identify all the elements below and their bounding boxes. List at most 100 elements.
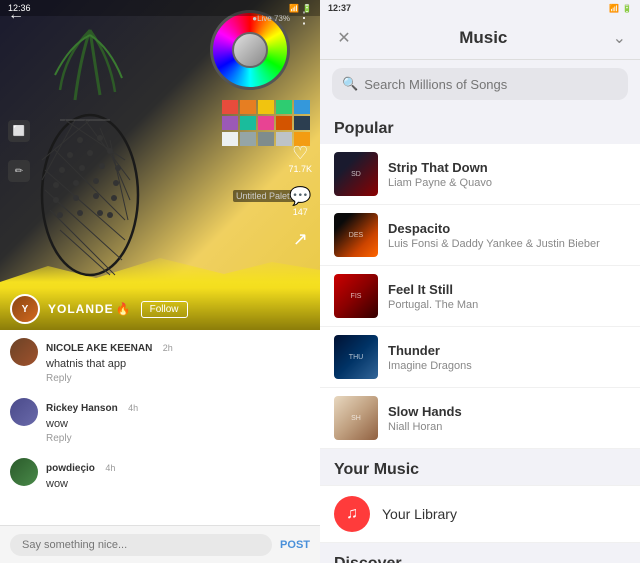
post-button[interactable]: POST: [280, 539, 310, 551]
pineapple-drawing: [10, 20, 170, 300]
swatch-yellow[interactable]: [258, 100, 274, 114]
song-artist: Liam Payne & Quavo: [388, 177, 626, 189]
song-item[interactable]: THU Thunder Imagine Dragons: [320, 327, 640, 388]
comments-section: NICOLE AKE KEENAN 2h whatnis that app Re…: [0, 330, 320, 525]
status-icons-left: 📶🔋: [289, 4, 312, 13]
search-bar[interactable]: 🔍: [332, 68, 628, 100]
thumb-text: SH: [334, 396, 378, 440]
reply-button[interactable]: Reply: [46, 433, 310, 444]
tool-icon-1[interactable]: ⬜: [8, 120, 30, 142]
comment-time: 4h: [105, 463, 115, 473]
close-button[interactable]: ✕: [334, 28, 354, 48]
thumb-text: FIS: [334, 274, 378, 318]
song-item[interactable]: SD Strip That Down Liam Payne & Quavo: [320, 144, 640, 205]
comment-time: 4h: [128, 403, 138, 413]
bottom-input-bar: POST: [0, 525, 320, 563]
comment-body: Rickey Hanson 4h wow Reply: [46, 398, 310, 444]
music-header: ✕ Music ⌄: [320, 16, 640, 60]
song-thumbnail: SH: [334, 396, 378, 440]
right-status-icons: 📶🔋: [609, 4, 632, 13]
tool-icon-2[interactable]: ✏: [8, 160, 30, 182]
comment-text: wow: [46, 478, 310, 490]
swatch-green[interactable]: [276, 100, 292, 114]
song-artist: Luis Fonsi & Daddy Yankee & Justin Biebe…: [388, 238, 626, 250]
music-title: Music: [459, 28, 507, 48]
left-panel: 12:36 📶🔋: [0, 0, 320, 563]
swatch-orange[interactable]: [240, 100, 256, 114]
swatch-red[interactable]: [222, 100, 238, 114]
left-toolbar: ⬜ ✏: [8, 120, 30, 182]
your-music-header: Your Music: [320, 449, 640, 485]
library-icon: ♫: [334, 496, 370, 532]
song-item[interactable]: DES Despacito Luis Fonsi & Daddy Yankee …: [320, 205, 640, 266]
thumb-text: THU: [334, 335, 378, 379]
status-bar-left: 12:36 📶🔋: [0, 0, 320, 16]
user-avatar[interactable]: Y: [10, 294, 40, 324]
user-bar: Y YOLANDE 🔥 Follow ♡ 71.7K 💬 147 ↗: [0, 288, 320, 330]
song-info: Feel It Still Portugal. The Man: [388, 282, 626, 311]
swatch-white[interactable]: [222, 132, 238, 146]
comment-text: whatnis that app: [46, 358, 310, 370]
share-button[interactable]: ↗: [293, 229, 308, 250]
song-info: Strip That Down Liam Payne & Quavo: [388, 160, 626, 189]
comment-text: wow: [46, 418, 310, 430]
comment-username: NICOLE AKE KEENAN: [46, 343, 152, 354]
song-artist: Portugal. The Man: [388, 299, 626, 311]
song-info: Thunder Imagine Dragons: [388, 343, 626, 372]
swatch-pink[interactable]: [258, 116, 274, 130]
your-library-item[interactable]: ♫ Your Library: [320, 485, 640, 543]
comment-item: Rickey Hanson 4h wow Reply: [10, 398, 310, 444]
reply-button[interactable]: Reply: [46, 373, 310, 384]
comment-avatar[interactable]: [10, 458, 38, 486]
song-artist: Niall Horan: [388, 421, 626, 433]
right-status-bar: 12:37 📶🔋: [320, 0, 640, 16]
song-info: Slow Hands Niall Horan: [388, 404, 626, 433]
music-content: Popular SD Strip That Down Liam Payne & …: [320, 108, 640, 563]
fire-icon: 🔥: [116, 302, 131, 316]
comment-body: powdieçio 4h wow: [46, 458, 310, 490]
popular-section-header: Popular: [320, 108, 640, 144]
color-wheel-inner: [232, 32, 268, 68]
username: YOLANDE: [48, 302, 114, 316]
swatch-gray[interactable]: [240, 132, 256, 146]
song-item[interactable]: FIS Feel It Still Portugal. The Man: [320, 266, 640, 327]
comment-avatar[interactable]: [10, 398, 38, 426]
search-icon: 🔍: [342, 76, 358, 92]
swatch-purple[interactable]: [222, 116, 238, 130]
comment-username: powdieçio: [46, 463, 95, 474]
follow-button[interactable]: Follow: [141, 301, 188, 318]
library-label: Your Library: [382, 506, 457, 522]
like-button[interactable]: ♡ 71.7K: [288, 143, 312, 174]
discover-section: Discover # #GetFit: [320, 543, 640, 563]
song-thumbnail: DES: [334, 213, 378, 257]
song-info: Despacito Luis Fonsi & Daddy Yankee & Ju…: [388, 221, 626, 250]
comment-item: NICOLE AKE KEENAN 2h whatnis that app Re…: [10, 338, 310, 384]
comment-button[interactable]: 💬 147: [289, 186, 311, 217]
song-thumbnail: SD: [334, 152, 378, 196]
video-action-icons: ♡ 71.7K 💬 147 ↗: [288, 143, 312, 250]
song-title: Despacito: [388, 221, 626, 236]
swatch-brown[interactable]: [276, 116, 292, 130]
thumb-text: SD: [334, 152, 378, 196]
swatch-dgray[interactable]: [258, 132, 274, 146]
song-title: Strip That Down: [388, 160, 626, 175]
bottom-comment-input[interactable]: [10, 534, 272, 556]
comment-item: powdieçio 4h wow: [10, 458, 310, 490]
swatch-teal[interactable]: [240, 116, 256, 130]
song-item[interactable]: SH Slow Hands Niall Horan: [320, 388, 640, 449]
song-title: Slow Hands: [388, 404, 626, 419]
song-artist: Imagine Dragons: [388, 360, 626, 372]
comment-avatar[interactable]: [10, 338, 38, 366]
chevron-down-icon[interactable]: ⌄: [613, 28, 626, 48]
comment-count: 147: [293, 207, 308, 217]
like-count: 71.7K: [288, 164, 312, 174]
status-time-left: 12:36: [8, 3, 31, 13]
swatch-dark[interactable]: [294, 116, 310, 130]
right-status-time: 12:37: [328, 3, 351, 13]
swatch-blue[interactable]: [294, 100, 310, 114]
search-input[interactable]: [364, 77, 618, 92]
discover-header: Discover: [320, 543, 640, 563]
search-container: 🔍: [320, 60, 640, 108]
comment-username: Rickey Hanson: [46, 403, 118, 414]
song-thumbnail: FIS: [334, 274, 378, 318]
